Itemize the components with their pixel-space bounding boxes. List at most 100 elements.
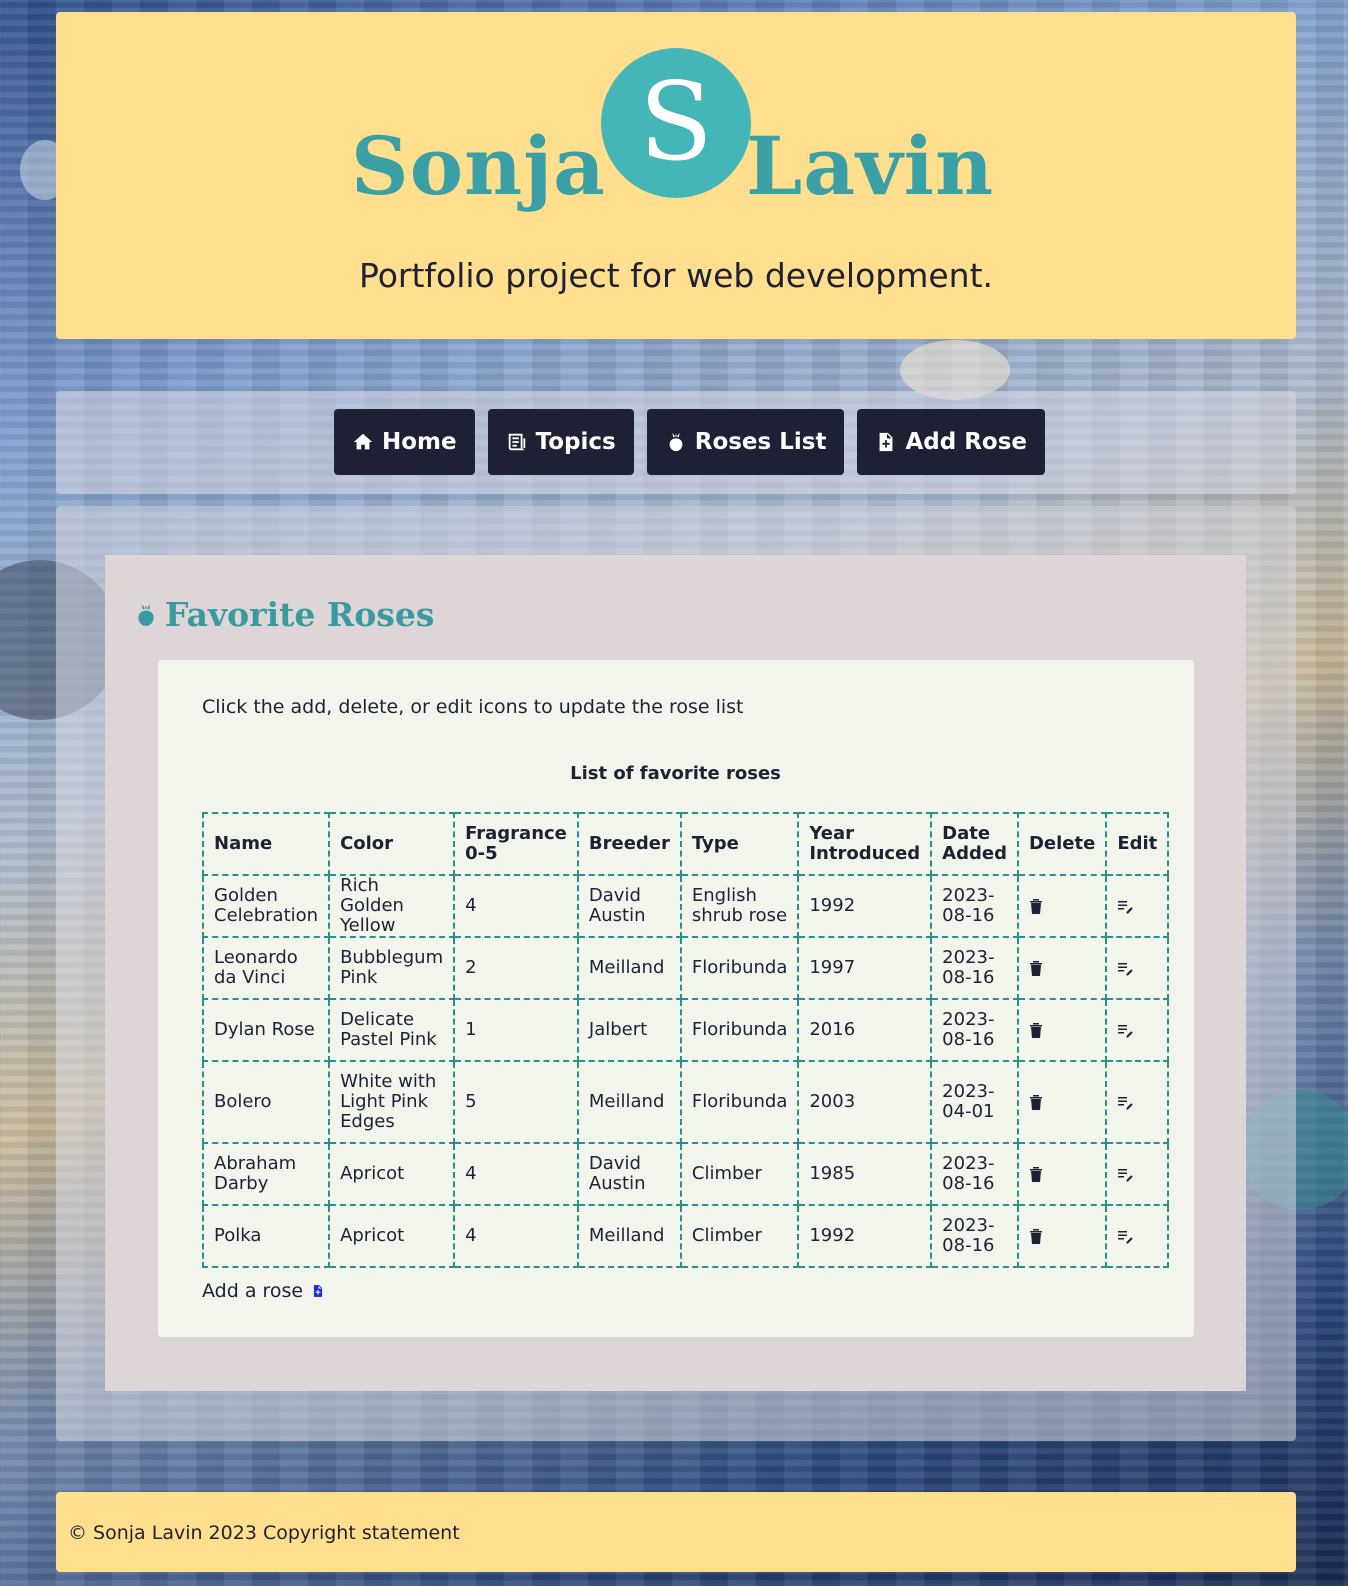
cell-delete xyxy=(1016,874,1108,938)
cell-year: 2003 xyxy=(797,1060,933,1144)
cell-edit xyxy=(1105,936,1170,1000)
delete-button[interactable] xyxy=(1029,1164,1043,1184)
cell-delete xyxy=(1016,998,1108,1062)
cell-breeder: Meilland xyxy=(576,936,682,1000)
page-title-text: Favorite Roses xyxy=(165,595,435,634)
delete-button[interactable] xyxy=(1029,958,1043,978)
table-row: Leonardo da Vinci Bubblegum Pink 2 Meill… xyxy=(201,936,1170,1000)
column-header: Delete xyxy=(1016,812,1108,876)
cell-year: 1992 xyxy=(797,874,933,938)
edit-list-icon xyxy=(1118,901,1134,914)
cell-delete xyxy=(1016,1204,1108,1268)
site-header: Sonja S Lavin Portfolio project for web … xyxy=(56,12,1296,339)
cell-type: Floribunda xyxy=(679,936,800,1000)
home-icon xyxy=(353,433,373,450)
cell-color: Apricot xyxy=(328,1204,456,1268)
copyright-text: © Sonja Lavin 2023 Copyright statement xyxy=(68,1522,460,1544)
tagline: Portfolio project for web development. xyxy=(358,256,994,295)
logo-last-name: Lavin xyxy=(746,119,995,213)
column-header: Name xyxy=(201,812,331,876)
cell-name: Dylan Rose xyxy=(201,998,331,1062)
cell-date-added: 2023-08-16 xyxy=(930,1142,1019,1206)
edit-button[interactable] xyxy=(1117,1226,1134,1246)
cell-year: 1997 xyxy=(797,936,933,1000)
edit-button[interactable] xyxy=(1117,896,1134,916)
cell-breeder: Meilland xyxy=(576,1204,682,1268)
cell-breeder: David Austin xyxy=(576,874,682,938)
column-header: Type xyxy=(679,812,800,876)
cell-breeder: David Austin xyxy=(576,1142,682,1206)
cell-edit xyxy=(1105,874,1170,938)
newspaper-icon xyxy=(508,433,525,451)
add-rose-link[interactable]: Add a rose xyxy=(202,1280,325,1302)
cell-color: Delicate Pastel Pink xyxy=(328,998,456,1062)
logo-first-name: Sonja xyxy=(350,119,606,213)
cell-type: Floribunda xyxy=(679,998,800,1062)
cell-delete xyxy=(1016,936,1108,1000)
cell-name: Polka xyxy=(201,1204,331,1268)
column-header: Date Added xyxy=(930,812,1019,876)
edit-list-icon xyxy=(1118,963,1134,976)
nav-roses-list-label: Roses List xyxy=(694,429,827,455)
trash-icon xyxy=(1029,1023,1042,1038)
cell-year: 1992 xyxy=(797,1204,933,1268)
cell-date-added: 2023-04-01 xyxy=(930,1060,1019,1144)
cell-name: Golden Celebration xyxy=(201,874,331,938)
cell-color: Rich Golden Yellow xyxy=(328,874,456,938)
edit-list-icon xyxy=(1118,1169,1134,1182)
nav-home-label: Home xyxy=(382,429,457,455)
cell-edit xyxy=(1105,1142,1170,1206)
cell-type: English shrub rose xyxy=(679,874,800,938)
table-row: Polka Apricot 4 Meilland Climber 1992 20… xyxy=(201,1204,1170,1268)
cell-date-added: 2023-08-16 xyxy=(930,936,1019,1000)
cell-delete xyxy=(1016,1060,1108,1144)
delete-button[interactable] xyxy=(1029,1226,1043,1246)
rose-icon xyxy=(669,432,683,452)
delete-button[interactable] xyxy=(1029,1020,1043,1040)
cell-color: White with Light Pink Edges xyxy=(328,1060,456,1144)
cell-edit xyxy=(1105,998,1170,1062)
cell-edit xyxy=(1105,1204,1170,1268)
cell-date-added: 2023-08-16 xyxy=(930,1204,1019,1268)
cell-fragrance: 1 xyxy=(453,998,579,1062)
trash-icon xyxy=(1029,1095,1042,1110)
cell-type: Climber xyxy=(679,1142,800,1206)
delete-button[interactable] xyxy=(1029,1092,1043,1112)
instructions-text: Click the add, delete, or edit icons to … xyxy=(202,696,744,718)
table-row: Abraham Darby Apricot 4 David Austin Cli… xyxy=(201,1142,1170,1206)
column-header: Breeder xyxy=(576,812,682,876)
trash-icon xyxy=(1029,1167,1042,1182)
delete-button[interactable] xyxy=(1029,896,1043,916)
nav-roses-list-button[interactable]: Roses List xyxy=(646,409,845,475)
column-header: Color xyxy=(328,812,456,876)
site-logo[interactable]: Sonja S Lavin xyxy=(56,36,1296,216)
cell-fragrance: 5 xyxy=(453,1060,579,1144)
main-navigation: Home Topics Roses List Add Rose xyxy=(56,391,1296,494)
edit-button[interactable] xyxy=(1117,1092,1134,1112)
nav-topics-label: Topics xyxy=(535,429,616,455)
cell-breeder: Meilland xyxy=(576,1060,682,1144)
file-add-icon xyxy=(314,1285,323,1297)
cell-type: Climber xyxy=(679,1204,800,1268)
nav-home-button[interactable]: Home xyxy=(334,409,475,475)
cell-fragrance: 2 xyxy=(453,936,579,1000)
main-panel: Favorite Roses Click the add, delete, or… xyxy=(56,506,1296,1441)
table-row: Bolero White with Light Pink Edges 5 Mei… xyxy=(201,1060,1170,1144)
cell-name: Leonardo da Vinci xyxy=(201,936,331,1000)
trash-icon xyxy=(1029,899,1042,914)
cell-name: Bolero xyxy=(201,1060,331,1144)
edit-button[interactable] xyxy=(1117,1020,1134,1040)
cell-year: 1985 xyxy=(797,1142,933,1206)
table-header-row: Name Color Fragrance 0-5 Breeder Type Ye… xyxy=(201,812,1170,876)
nav-add-rose-button[interactable]: Add Rose xyxy=(857,409,1046,475)
cell-year: 2016 xyxy=(797,998,933,1062)
edit-button[interactable] xyxy=(1117,958,1134,978)
cell-fragrance: 4 xyxy=(453,1142,579,1206)
cell-date-added: 2023-08-16 xyxy=(930,998,1019,1062)
cell-breeder: Jalbert xyxy=(576,998,682,1062)
nav-topics-button[interactable]: Topics xyxy=(487,409,634,475)
site-footer: © Sonja Lavin 2023 Copyright statement xyxy=(56,1492,1296,1572)
edit-button[interactable] xyxy=(1117,1164,1134,1184)
rose-icon xyxy=(138,603,154,626)
cell-type: Floribunda xyxy=(679,1060,800,1144)
